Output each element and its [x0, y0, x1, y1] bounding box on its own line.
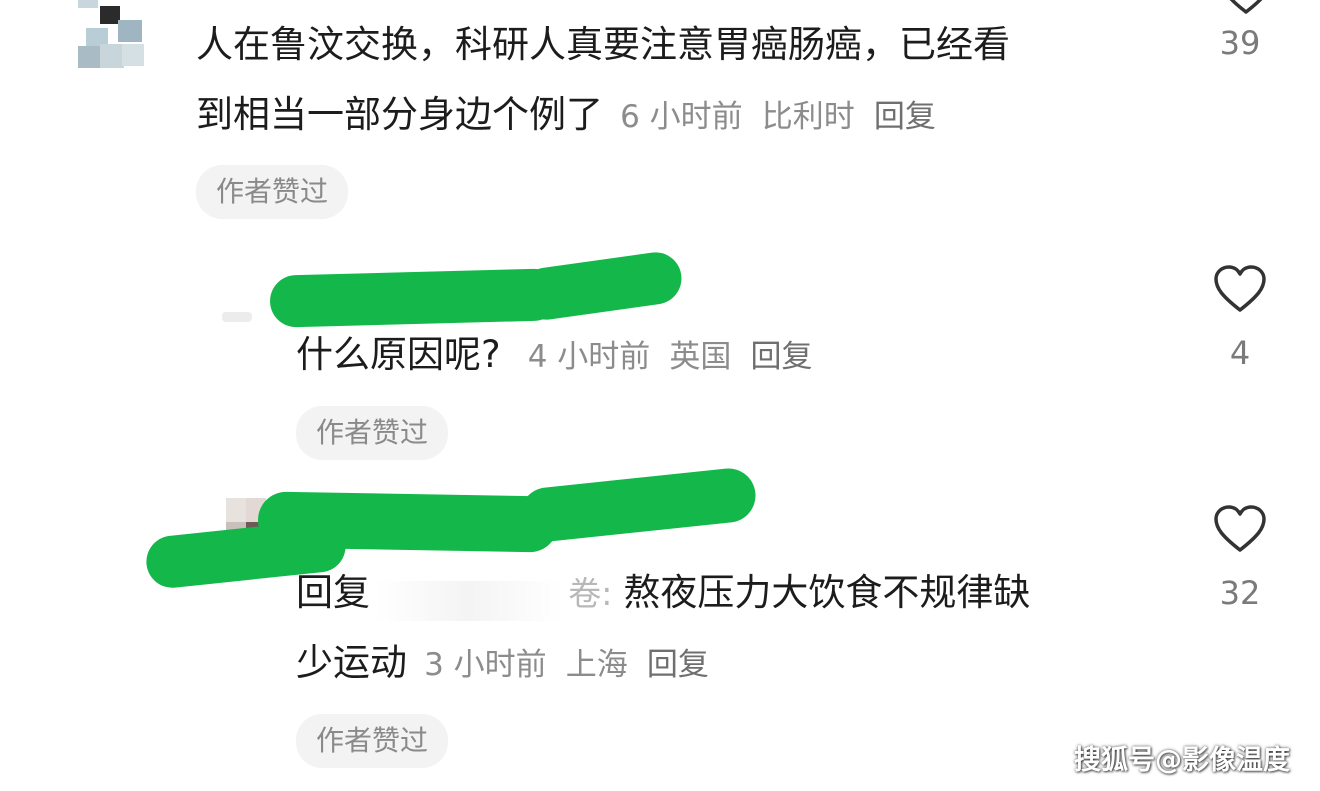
reply-prefix: 回复: [296, 571, 370, 614]
comment-text-row: 什么原因呢? 4 小时前 英国 回复: [296, 322, 813, 388]
comment-text: 什么原因呢?: [296, 333, 501, 376]
avatar[interactable]: [78, 0, 148, 70]
author-liked-badge: 作者赞过: [196, 165, 349, 219]
reply-button[interactable]: 回复: [751, 339, 813, 375]
comment-time: 3 小时前: [424, 647, 547, 683]
watermark: 搜狐号@影像温度: [1074, 745, 1290, 776]
redaction-mark: [269, 268, 561, 328]
comment-text: 到相当一部分身边个例了: [196, 93, 603, 136]
heart-icon: [1214, 265, 1266, 312]
quoted-username-tail: 卷:: [568, 574, 613, 613]
like-button[interactable]: [1212, 264, 1268, 318]
comment-text-line2-row: 到相当一部分身边个例了 6 小时前 比利时 回复: [196, 82, 936, 148]
comment-location: 上海: [565, 647, 628, 683]
heart-icon: [1214, 505, 1266, 552]
like-count: 4: [1229, 334, 1251, 372]
comment-thread: 人在鲁汶交换，科研人真要注意胃癌肠癌，已经看 到相当一部分身边个例了 6 小时前…: [0, 0, 1320, 791]
reply-button[interactable]: 回复: [874, 99, 936, 135]
like-count: 39: [1219, 24, 1261, 62]
author-liked-badge: 作者赞过: [296, 406, 449, 460]
like-button[interactable]: [1218, 0, 1274, 20]
comment-text: 人在鲁汶交换，科研人真要注意胃癌肠癌，已经看: [196, 23, 1010, 66]
author-liked-badge: 作者赞过: [296, 714, 449, 768]
comment-time: 4 小时前: [527, 339, 651, 375]
comment-location: 英国: [669, 339, 732, 375]
like-count: 32: [1219, 574, 1261, 612]
reply-button[interactable]: 回复: [647, 647, 709, 683]
comment-location: 比利时: [761, 99, 855, 135]
comment-text: 少运动: [296, 641, 407, 684]
comment-text: 熬夜压力大饮食不规律缺: [623, 571, 1031, 614]
redaction-mark: [517, 248, 685, 324]
comment-text-line2-row: 少运动 3 小时前 上海 回复: [296, 630, 709, 696]
avatar[interactable]: [222, 312, 252, 322]
redaction-mark: [299, 496, 501, 548]
comment-time: 6 小时前: [620, 99, 743, 135]
like-button[interactable]: [1212, 504, 1268, 558]
heart-icon: [1229, 0, 1263, 14]
comment-text-row: 回复 卷: 熬夜压力大饮食不规律缺: [296, 560, 1030, 626]
redaction-mark: [517, 465, 759, 545]
blurred-username: [375, 580, 564, 621]
